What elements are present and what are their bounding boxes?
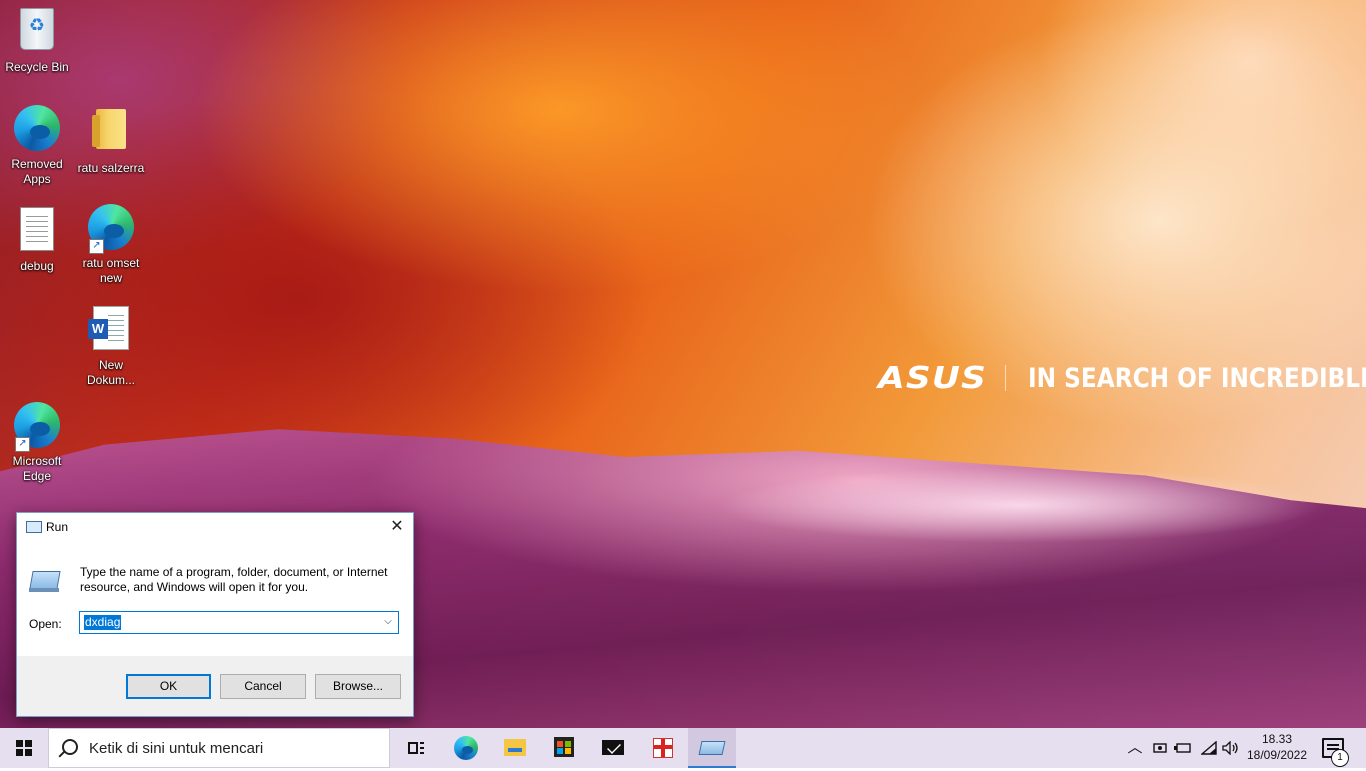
chevron-down-icon[interactable]: ⌵ <box>381 614 395 630</box>
desktop-icon-debug[interactable]: debug <box>0 204 74 274</box>
wifi-icon[interactable] <box>1198 728 1220 768</box>
brand-tagline: IN SEARCH OF INCREDIBLE <box>1027 362 1366 394</box>
edge-shortcut-icon: ↗ <box>87 204 135 254</box>
wallpaper-brand: ASUS IN SEARCH OF INCREDIBLE <box>878 360 1366 396</box>
mail-icon <box>602 740 624 755</box>
store-icon <box>554 737 574 757</box>
desktop-icon-label: ratu omset new <box>82 256 140 285</box>
taskbar-mail-button[interactable] <box>589 728 637 768</box>
text-document-icon <box>13 207 61 255</box>
run-app-icon <box>26 521 42 533</box>
brand-divider <box>1004 365 1006 391</box>
run-icon <box>698 741 726 755</box>
run-description: Type the name of a program, folder, docu… <box>80 565 388 594</box>
ok-button[interactable]: OK <box>126 674 211 699</box>
shortcut-arrow-icon: ↗ <box>89 239 104 254</box>
edge-shortcut-icon: ↗ <box>13 402 61 452</box>
taskbar-search-box[interactable]: Ketik di sini untuk mencari <box>48 728 390 768</box>
desktop-icon-label: ratu salzerra <box>77 161 145 175</box>
open-input-value[interactable]: dxdiag <box>84 615 122 630</box>
desktop-icon-label: Microsoft Edge <box>12 454 62 483</box>
desktop-icon-ratu-omset-new[interactable]: ↗ ratu omset new <box>74 204 148 286</box>
meet-now-icon[interactable] <box>1150 728 1170 768</box>
clock[interactable]: 18.33 18/09/2022 <box>1244 731 1310 763</box>
desktop-icon-label: Removed Apps <box>11 157 63 186</box>
task-view-button[interactable] <box>392 728 440 768</box>
taskbar: Ketik di sini untuk mencari ︿ 18.33 18/0… <box>0 728 1366 768</box>
desktop-icon-label: debug <box>20 259 54 273</box>
taskbar-gift-button[interactable] <box>638 728 686 768</box>
edge-icon <box>454 736 478 760</box>
notification-count-badge: 1 <box>1331 749 1349 767</box>
gift-icon <box>653 738 673 758</box>
run-button-bar: OK Cancel Browse... <box>17 656 413 716</box>
clock-date: 18/09/2022 <box>1246 748 1308 762</box>
run-dialog: Run ✕ Type the name of a program, folder… <box>16 512 414 717</box>
desktop-icon-new-dokumen[interactable]: W New Dokum... <box>74 303 148 388</box>
battery-icon[interactable] <box>1172 728 1194 768</box>
clock-time: 18.33 <box>1261 732 1293 746</box>
browse-button[interactable]: Browse... <box>315 674 401 699</box>
desktop-icon-recycle-bin[interactable]: Recycle Bin <box>0 8 74 75</box>
desktop-icon-removed-apps[interactable]: Removed Apps <box>0 105 74 187</box>
taskbar-edge-button[interactable] <box>442 728 490 768</box>
search-placeholder: Ketik di sini untuk mencari <box>89 740 264 757</box>
word-document-icon: W <box>87 306 135 354</box>
desktop-icon-label: Recycle Bin <box>5 60 69 74</box>
desktop-icon-microsoft-edge[interactable]: ↗ Microsoft Edge <box>0 402 74 484</box>
folder-icon <box>87 109 135 157</box>
desktop-icon-ratu-salzerra[interactable]: ratu salzerra <box>74 105 148 176</box>
cancel-button[interactable]: Cancel <box>220 674 306 699</box>
edge-icon <box>13 105 61 153</box>
task-view-icon <box>408 740 424 756</box>
close-button[interactable]: ✕ <box>381 513 413 541</box>
volume-icon[interactable] <box>1220 728 1242 768</box>
run-program-icon <box>29 569 61 593</box>
desktop-icon-label: New Dokum... <box>86 358 135 387</box>
asus-logo: ASUS <box>878 360 988 396</box>
taskbar-run-button[interactable] <box>688 728 736 768</box>
wallpaper-light-sheen <box>600 430 1366 580</box>
search-icon <box>62 739 78 755</box>
run-dialog-title: Run <box>46 520 69 534</box>
run-titlebar[interactable]: Run ✕ <box>17 513 413 541</box>
windows-logo-icon <box>16 740 32 756</box>
show-hidden-icons-button[interactable]: ︿ <box>1124 728 1146 768</box>
taskbar-file-explorer-button[interactable] <box>491 728 539 768</box>
shortcut-arrow-icon: ↗ <box>15 437 30 452</box>
start-button[interactable] <box>0 728 48 768</box>
open-label: Open: <box>29 617 62 631</box>
recycle-bin-icon <box>13 8 61 56</box>
open-combobox[interactable]: dxdiag ⌵ <box>79 611 399 634</box>
taskbar-store-button[interactable] <box>540 728 588 768</box>
file-explorer-icon <box>504 739 526 756</box>
